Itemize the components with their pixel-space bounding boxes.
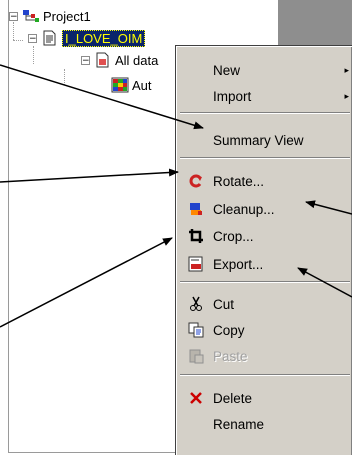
menu-item-new[interactable]: New ▸: [177, 59, 352, 81]
menu-label-export: Export...: [213, 256, 264, 272]
menu-item-cut[interactable]: Cut: [177, 293, 352, 315]
menu-label-copy: Copy: [213, 322, 245, 338]
tree-label-all-data: All data: [115, 52, 159, 68]
context-menu: New ▸ Import ▸ Summary View Rotate... Cl…: [176, 46, 352, 455]
menu-label-summary-view: Summary View: [213, 132, 304, 148]
tree-connector: [13, 40, 23, 41]
menu-label-cut: Cut: [213, 296, 235, 312]
tree-label-auto: Aut: [132, 77, 152, 93]
tree-label-project: Project1: [43, 8, 91, 24]
project-icon: [22, 8, 40, 24]
menu-item-paste[interactable]: Paste: [177, 345, 352, 367]
document-icon: [41, 30, 59, 46]
menu-label-import: Import: [213, 88, 252, 104]
menu-item-export[interactable]: Export...: [177, 253, 352, 275]
crop-icon: [187, 227, 205, 245]
tree-label-selected[interactable]: I_LOVE_OIM: [62, 29, 146, 47]
data-file-icon: [94, 52, 112, 68]
menu-label-cleanup: Cleanup...: [213, 201, 275, 217]
paste-icon: [187, 347, 205, 365]
menu-label-delete: Delete: [213, 390, 253, 406]
menu-item-rotate[interactable]: Rotate...: [177, 170, 352, 192]
menu-item-delete[interactable]: Delete: [177, 387, 352, 409]
menu-item-cleanup[interactable]: Cleanup...: [177, 198, 352, 220]
menu-separator: [180, 281, 350, 283]
menu-item-summary-view[interactable]: Summary View: [177, 129, 352, 151]
tree-node-dataset[interactable]: − I_LOVE_OIM: [28, 29, 146, 47]
tree-connector: [64, 69, 65, 85]
menu-label-rename: Rename: [213, 416, 265, 432]
menu-separator: [180, 374, 350, 376]
menu-label-rotate: Rotate...: [213, 173, 265, 189]
menu-item-import[interactable]: Import ▸: [177, 85, 352, 107]
menu-label-new: New: [213, 62, 241, 78]
map-icon: [111, 77, 129, 93]
copy-icon: [187, 321, 205, 339]
submenu-arrow-icon: ▸: [344, 64, 349, 75]
tree-node-all-data[interactable]: − All data: [81, 51, 158, 69]
submenu-arrow-icon: ▸: [344, 90, 349, 101]
menu-item-crop[interactable]: Crop...: [177, 225, 352, 247]
menu-separator: [180, 112, 350, 114]
cleanup-icon: [187, 200, 205, 218]
rotate-icon: [187, 172, 205, 190]
collapse-toggle[interactable]: −: [81, 55, 90, 65]
tree-connector: [33, 46, 34, 64]
menu-item-rename[interactable]: Rename: [177, 413, 352, 435]
delete-x-icon: [187, 389, 205, 407]
menu-item-copy[interactable]: Copy: [177, 319, 352, 341]
scissors-icon: [187, 295, 205, 313]
menu-label-paste: Paste: [213, 348, 248, 364]
tree-node-project[interactable]: − Project1: [9, 7, 91, 25]
tree-node-auto[interactable]: Aut: [111, 76, 152, 94]
collapse-toggle[interactable]: −: [28, 33, 37, 43]
menu-separator: [180, 157, 350, 159]
collapse-toggle[interactable]: −: [9, 11, 18, 21]
export-icon: [187, 255, 205, 273]
menu-label-crop: Crop...: [213, 228, 254, 244]
